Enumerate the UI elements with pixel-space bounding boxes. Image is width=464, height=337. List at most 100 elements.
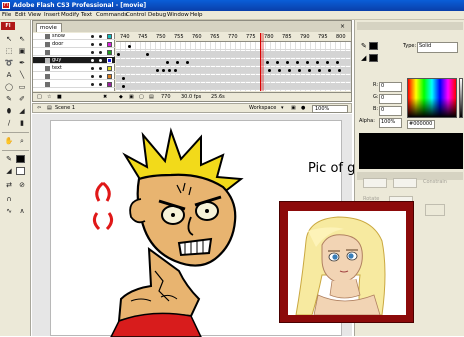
- eye-dot-icon[interactable]: [91, 43, 94, 46]
- frame-grid[interactable]: 740 745 750 755 760 765 770 775 780 785 …: [116, 33, 351, 91]
- menu-debug[interactable]: Debug: [148, 12, 166, 19]
- keyframe-dot[interactable]: [306, 61, 309, 64]
- edit-scene-icon[interactable]: ▣: [291, 105, 296, 112]
- outline-color-icon[interactable]: [107, 58, 112, 63]
- keyframe-dot[interactable]: [128, 45, 131, 48]
- layer-row[interactable]: text: [33, 65, 115, 72]
- onion-skin-icon[interactable]: ▣: [129, 94, 134, 101]
- workspace-menu[interactable]: Workspace: [249, 105, 276, 112]
- outline-color-icon[interactable]: [107, 74, 112, 79]
- playhead[interactable]: [260, 33, 264, 91]
- onion-outline-icon[interactable]: ▢: [139, 94, 144, 101]
- stroke-color-icon[interactable]: ✎: [3, 154, 15, 164]
- keyframe-dot[interactable]: [286, 61, 289, 64]
- outline-color-icon[interactable]: [107, 42, 112, 47]
- menu-insert[interactable]: Insert: [44, 12, 60, 19]
- keyframe-dot[interactable]: [156, 69, 159, 72]
- keyframe-dot[interactable]: [276, 61, 279, 64]
- hand-tool-icon[interactable]: ✋: [3, 136, 15, 146]
- pencil-tool-icon[interactable]: ✎: [3, 94, 15, 104]
- paint-bucket-tool-icon[interactable]: ◢: [16, 106, 28, 116]
- scene-name[interactable]: Scene 1: [55, 105, 75, 112]
- layer-row[interactable]: door: [33, 41, 115, 48]
- keyframe-dot[interactable]: [316, 61, 319, 64]
- lasso-tool-icon[interactable]: ➰: [3, 58, 15, 68]
- keyframe-dot[interactable]: [288, 69, 291, 72]
- outline-color-icon[interactable]: [107, 50, 112, 55]
- lock-dot-icon[interactable]: [99, 59, 102, 62]
- line-tool-icon[interactable]: ╲: [16, 70, 28, 80]
- layer-row-selected[interactable]: guy: [33, 57, 115, 64]
- keyframe-dot[interactable]: [278, 69, 281, 72]
- keyframe-dot[interactable]: [326, 61, 329, 64]
- layer-row[interactable]: [33, 49, 115, 56]
- rectangle-tool-icon[interactable]: ▭: [16, 82, 28, 92]
- tab-movie[interactable]: movie: [36, 23, 62, 32]
- menu-file[interactable]: File: [2, 12, 11, 19]
- keyframe-dot[interactable]: [268, 69, 271, 72]
- brush-tool-icon[interactable]: ✐: [16, 94, 28, 104]
- selection-tool-icon[interactable]: ↖: [3, 34, 15, 44]
- keyframe-dot[interactable]: [174, 69, 177, 72]
- frame-ruler[interactable]: 740 745 750 755 760 765 770 775 780 785 …: [116, 33, 351, 42]
- zoom-field[interactable]: 100%: [312, 105, 348, 113]
- menu-edit[interactable]: Edit: [15, 12, 26, 19]
- workspace-chevron-icon[interactable]: ▾: [281, 105, 284, 112]
- hex-field[interactable]: #000000: [407, 120, 435, 129]
- stroke-swatch[interactable]: [369, 42, 378, 50]
- straighten-icon[interactable]: ∧: [16, 206, 28, 216]
- lock-dot-icon[interactable]: [99, 75, 102, 78]
- layer-row[interactable]: snow: [33, 33, 115, 40]
- alpha-field[interactable]: 100%: [379, 118, 402, 128]
- edit-symbol-icon[interactable]: ●: [301, 105, 305, 112]
- lock-dot-icon[interactable]: [99, 43, 102, 46]
- height-field[interactable]: [393, 178, 417, 188]
- subselection-tool-icon[interactable]: ⇖: [16, 34, 28, 44]
- keyframe-dot[interactable]: [336, 61, 339, 64]
- fill-color-swatch[interactable]: [16, 167, 25, 175]
- free-transform-tool-icon[interactable]: ⬚: [3, 46, 15, 56]
- menu-modify[interactable]: Modify: [61, 12, 79, 19]
- close-doc-icon[interactable]: ×: [340, 23, 345, 30]
- add-guide-icon[interactable]: ☆: [47, 94, 51, 101]
- keyframe-dot[interactable]: [166, 61, 169, 64]
- eye-dot-icon[interactable]: [91, 83, 94, 86]
- lock-dot-icon[interactable]: [99, 51, 102, 54]
- oval-tool-icon[interactable]: ◯: [3, 82, 15, 92]
- insert-layer-icon[interactable]: □: [37, 94, 42, 101]
- frame-row[interactable]: [116, 43, 351, 50]
- pen-tool-icon[interactable]: ✒: [16, 58, 28, 68]
- keyframe-dot[interactable]: [176, 61, 179, 64]
- layer-row[interactable]: [33, 81, 115, 88]
- center-frame-icon[interactable]: ◆: [119, 94, 123, 101]
- insert-folder-icon[interactable]: ■: [57, 94, 62, 101]
- snap-magnet-icon[interactable]: ∩: [3, 194, 15, 204]
- fill-bucket-icon[interactable]: ◢: [361, 54, 366, 62]
- eye-dot-icon[interactable]: [91, 51, 94, 54]
- outline-color-icon[interactable]: [107, 66, 112, 71]
- swap-colors-icon[interactable]: ⇄: [3, 180, 15, 190]
- keyframe-dot[interactable]: [162, 69, 165, 72]
- lock-dot-icon[interactable]: [99, 67, 102, 70]
- keyframe-dot[interactable]: [168, 69, 171, 72]
- brightness-slider[interactable]: [459, 78, 463, 118]
- keyframe-dot[interactable]: [146, 53, 149, 56]
- fill-swatch[interactable]: [369, 54, 378, 62]
- back-arrow-icon[interactable]: ⇦: [37, 105, 41, 112]
- keyframe-dot[interactable]: [338, 69, 341, 72]
- edit-multiple-icon[interactable]: ▤: [149, 94, 154, 101]
- keyframe-dot[interactable]: [328, 69, 331, 72]
- type-select[interactable]: Solid: [417, 42, 458, 53]
- smooth-icon[interactable]: ∿: [3, 206, 15, 216]
- menu-view[interactable]: View: [28, 12, 41, 19]
- menu-help[interactable]: Help: [190, 12, 203, 19]
- eyedropper-tool-icon[interactable]: ∕: [3, 118, 15, 128]
- skew-icon[interactable]: [425, 204, 445, 216]
- stroke-color-swatch[interactable]: [16, 155, 25, 163]
- lock-dot-icon[interactable]: [99, 35, 102, 38]
- keyframe-dot[interactable]: [122, 77, 125, 80]
- b-field[interactable]: 0: [379, 106, 402, 116]
- frame-row[interactable]: [116, 83, 351, 90]
- frame-row[interactable]: [116, 59, 351, 66]
- keyframe-dot[interactable]: [308, 69, 311, 72]
